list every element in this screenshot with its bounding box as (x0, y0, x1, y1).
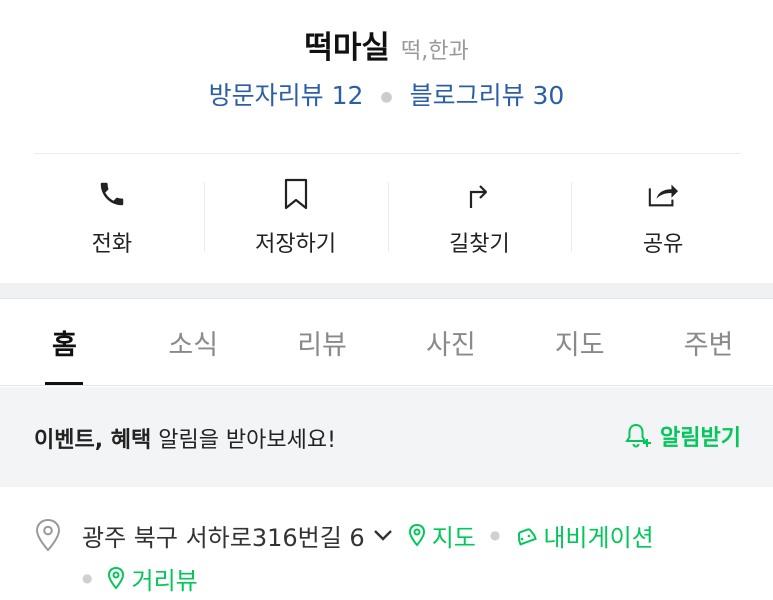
address-text[interactable]: 광주 북구 서하로316번길 6 (82, 518, 365, 553)
separator-dot: ● (489, 528, 501, 542)
street-view-pin-icon (108, 566, 125, 590)
subscribe-alert-label: 알림받기 (660, 426, 741, 451)
place-header: 떡마실 떡,한과 방문자리뷰 12 ● 블로그리뷰 30 (0, 0, 773, 150)
directions-button[interactable]: 길찾기 (387, 172, 572, 262)
map-pin-icon (408, 523, 425, 547)
title-row: 떡마실 떡,한과 (0, 22, 773, 67)
chevron-down-icon[interactable] (373, 528, 393, 542)
save-button[interactable]: 저장하기 (203, 172, 388, 262)
share-button[interactable]: 공유 (571, 172, 755, 262)
map-link[interactable]: 지도 (407, 518, 476, 553)
location-pin-icon (35, 518, 61, 552)
address-row: 광주 북구 서하로316번길 6 지도 ● 내비게이션 (34, 515, 754, 555)
place-name: 떡마실 (304, 30, 390, 66)
save-label: 저장하기 (255, 232, 337, 257)
tab-map[interactable]: 지도 (515, 300, 644, 385)
separator-dot: ● (380, 89, 393, 105)
event-notice-rest: 알림을 받아보세요! (151, 428, 336, 453)
share-label: 공유 (642, 232, 684, 257)
place-category: 떡,한과 (400, 39, 469, 64)
separator-dot: ● (82, 571, 93, 585)
call-button[interactable]: 전화 (20, 172, 204, 262)
subscribe-alert-button[interactable]: 알림받기 (624, 420, 741, 452)
bookmark-icon (280, 176, 312, 212)
tab-news[interactable]: 소식 (129, 300, 258, 385)
event-notice-text: 이벤트, 혜택 알림을 받아보세요! (34, 422, 336, 454)
divider (34, 153, 741, 154)
car-icon (518, 528, 538, 546)
street-view-label: 거리뷰 (131, 566, 198, 595)
tab-photos[interactable]: 사진 (386, 300, 515, 385)
street-view-link[interactable]: 거리뷰 (106, 561, 198, 596)
map-link-label: 지도 (431, 523, 476, 552)
navigation-link[interactable]: 내비게이션 (514, 518, 654, 553)
bell-plus-icon (625, 423, 652, 448)
call-label: 전화 (91, 232, 133, 257)
directions-arrow-icon (463, 176, 495, 212)
address-row-2: ● 거리뷰 (82, 560, 198, 596)
phone-icon (96, 176, 128, 212)
tab-bar: 홈 소식 리뷰 사진 지도 주변 (0, 300, 773, 386)
tab-nearby[interactable]: 주변 (644, 300, 773, 385)
action-bar: 전화 저장하기 길찾기 공유 (20, 172, 755, 262)
navigation-link-label: 내비게이션 (543, 523, 654, 552)
directions-label: 길찾기 (449, 232, 510, 257)
event-notice-bar: 이벤트, 혜택 알림을 받아보세요! 알림받기 (0, 387, 773, 487)
blog-reviews-link[interactable]: 블로그리뷰 30 (410, 81, 565, 110)
tab-home[interactable]: 홈 (0, 300, 129, 385)
share-icon (647, 176, 679, 212)
tab-reviews[interactable]: 리뷰 (258, 300, 387, 385)
section-gap (0, 283, 773, 299)
review-row: 방문자리뷰 12 ● 블로그리뷰 30 (0, 76, 773, 112)
visitor-reviews-link[interactable]: 방문자리뷰 12 (209, 81, 364, 110)
event-notice-bold: 이벤트, 혜택 (34, 428, 152, 453)
